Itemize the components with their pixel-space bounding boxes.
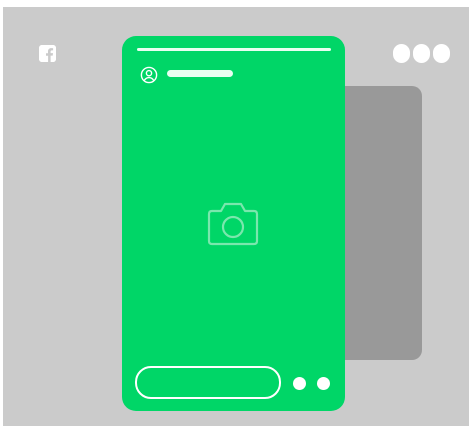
- dot-button[interactable]: [293, 377, 306, 390]
- reply-input[interactable]: [135, 366, 281, 399]
- username-placeholder: [167, 70, 233, 77]
- more-options-dot: [413, 44, 430, 63]
- user-circle-icon[interactable]: [140, 66, 158, 84]
- more-options-dot: [433, 44, 450, 63]
- story-progress-bar: [137, 48, 331, 51]
- dot-button[interactable]: [317, 377, 330, 390]
- more-options-dot: [393, 44, 410, 63]
- more-options-button[interactable]: [393, 44, 451, 64]
- camera-icon: [206, 201, 260, 247]
- facebook-icon[interactable]: [39, 45, 56, 62]
- story-card[interactable]: [122, 36, 345, 411]
